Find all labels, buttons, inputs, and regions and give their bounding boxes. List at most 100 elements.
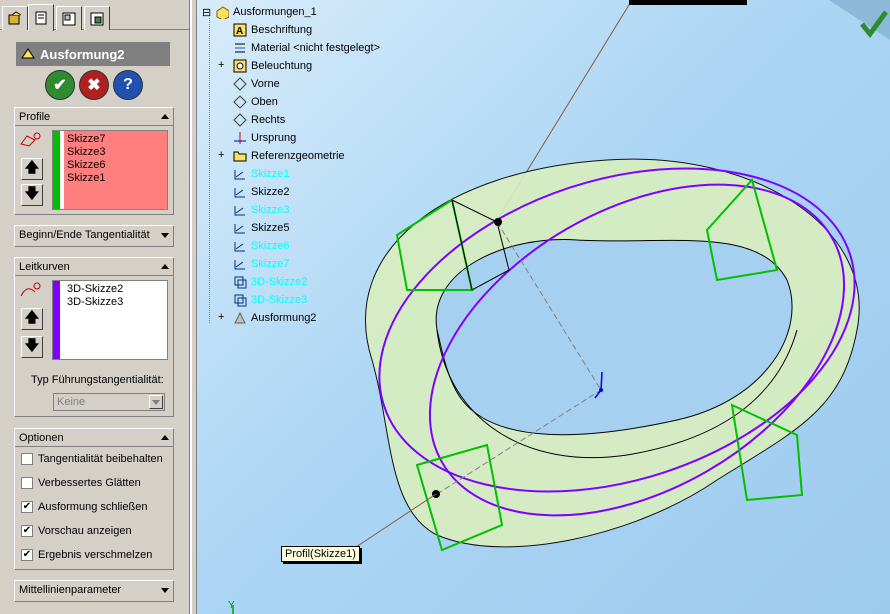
tree-item[interactable]: + Ausformung2 [218,311,317,325]
option-label: Ergebnis verschmelzen [38,549,153,561]
tree-item-label: Beleuchtung [251,60,313,72]
origin-icon [233,131,247,145]
option-show-preview[interactable]: ✔ Vorschau anzeigen [21,525,132,537]
sketch-icon [233,221,247,235]
collapse-icon [161,435,169,440]
list-item[interactable]: Skizze1 [67,172,106,185]
sketch-icon [233,239,247,253]
expand-icon[interactable]: + [218,149,227,161]
graphics-viewport[interactable]: Profil(Skizze1) Y ⊟ Ausformungen_1 A Besc… [197,0,890,614]
list-item[interactable]: 3D-Skizze3 [67,296,123,309]
option-close-loft[interactable]: ✔ Ausformung schließen [21,501,147,513]
part-icon [216,6,229,19]
option-advanced-smoothing[interactable]: Verbessertes Glätten [21,477,141,489]
tree-root[interactable]: ⊟ Ausformungen_1 [202,5,317,19]
property-manager-title: Ausformung2 [40,46,125,62]
tree-item[interactable]: Skizze7 [219,257,290,271]
cancel-button[interactable]: ✖ [79,70,109,100]
tree-item-label: Oben [251,96,278,108]
tree-item[interactable]: + Referenzgeometrie [218,149,345,163]
guide-items: 3D-Skizze2 3D-Skizze3 [67,283,123,309]
help-icon: ? [123,76,133,93]
options-group-header[interactable]: Optionen [15,429,173,447]
tangency-group-header[interactable]: Beginn/Ende Tangentialität [15,226,173,244]
list-item[interactable]: Skizze7 [67,133,106,146]
profile-list-gap [60,131,64,209]
profile-callout[interactable]: Profil(Skizze1) [281,546,360,562]
property-icon [35,11,47,25]
option-label: Tangentialität beibehalten [38,453,163,465]
move-down-button[interactable]: 🡇 [21,336,43,358]
tree-item-label: Material <nicht festgelegt> [251,42,381,54]
tab-display-manager[interactable] [84,6,110,30]
sketch-icon [233,203,247,217]
tree-item[interactable]: A Beschriftung [219,23,312,37]
profile-list[interactable]: Skizze7 Skizze3 Skizze6 Skizze1 [52,130,168,210]
tangency-group-title: Beginn/Ende Tangentialität [19,229,150,241]
tab-feature-manager[interactable] [2,6,28,30]
arrow-up-icon: 🡅 [24,159,40,175]
list-item[interactable]: Skizze3 [67,146,106,159]
help-button[interactable]: ? [113,70,143,100]
checkbox[interactable] [21,453,33,465]
expand-icon[interactable]: + [218,59,227,71]
tree-item[interactable]: Vorne [219,77,280,91]
arrow-up-icon: 🡅 [24,309,40,325]
material-icon [233,41,247,55]
tree-item[interactable]: Rechts [219,113,285,127]
guide-curve-list[interactable]: 3D-Skizze2 3D-Skizze3 [52,280,168,360]
tree-item-label: Skizze2 [251,186,290,198]
guide-tangency-type-select[interactable]: Keine [53,393,165,411]
guide-color-bar [53,281,60,359]
centerline-group-title: Mittellinienparameter [19,584,122,596]
tree-item[interactable]: 3D-Skizze2 [219,275,307,289]
tree-guide-line [209,18,210,323]
checkbox[interactable]: ✔ [21,549,33,561]
collapse-icon[interactable]: ⊟ [202,6,211,19]
tree-item-label: Referenzgeometrie [251,150,345,162]
tree-item[interactable]: + Beleuchtung [218,59,313,73]
guide-curves-group-title: Leitkurven [19,260,70,273]
svg-text:A: A [236,26,243,37]
tree-item-label: Vorne [251,78,280,90]
checkbox[interactable] [21,477,33,489]
tree-item[interactable]: Skizze5 [219,221,290,235]
3d-sketch-icon [233,275,247,289]
tree-item-label: Ursprung [251,132,297,144]
option-keep-tangency[interactable]: Tangentialität beibehalten [21,453,163,465]
plane-icon [233,77,247,91]
tree-item[interactable]: Skizze2 [219,185,290,199]
move-down-button[interactable]: 🡇 [21,184,43,206]
tree-item[interactable]: Ursprung [219,131,296,145]
tab-configuration-manager[interactable] [56,6,82,30]
top-callout [629,0,747,5]
tree-item[interactable]: Oben [219,95,278,109]
tree-item[interactable]: Skizze3 [219,203,290,217]
ok-button[interactable]: ✔ [45,70,75,100]
move-up-button[interactable]: 🡅 [21,308,43,330]
expand-icon [161,587,169,593]
tab-property-manager[interactable] [28,4,54,31]
tree-item-label: Ausformung2 [251,312,317,324]
tree-item-label: 3D-Skizze2 [251,276,308,288]
tree-item[interactable]: 3D-Skizze3 [219,293,307,307]
checkbox[interactable]: ✔ [21,501,33,513]
checkbox[interactable]: ✔ [21,525,33,537]
guide-curves-group-header[interactable]: Leitkurven [15,258,173,276]
option-merge-result[interactable]: ✔ Ergebnis verschmelzen [21,549,152,561]
move-up-button[interactable]: 🡅 [21,158,43,180]
list-item[interactable]: Skizze6 [67,159,106,172]
feature-tree-icon [8,10,22,24]
profile-group-title: Profile [19,110,51,123]
expand-icon[interactable]: + [218,311,227,323]
sketch-icon [233,257,247,271]
confirm-check-icon[interactable] [858,8,888,38]
centerline-group-header[interactable]: Mittellinienparameter [15,581,173,599]
guide-tangency-type-label: Typ Führungstangentialität: [31,374,164,386]
tree-item[interactable]: Skizze1 [219,167,290,181]
tree-item[interactable]: Material <nicht festgelegt> [219,41,380,55]
list-item[interactable]: 3D-Skizze2 [67,283,123,296]
tree-item-label: Skizze7 [251,258,290,270]
tree-item[interactable]: Skizze6 [219,239,290,253]
profile-group-header[interactable]: Profile [15,108,173,126]
